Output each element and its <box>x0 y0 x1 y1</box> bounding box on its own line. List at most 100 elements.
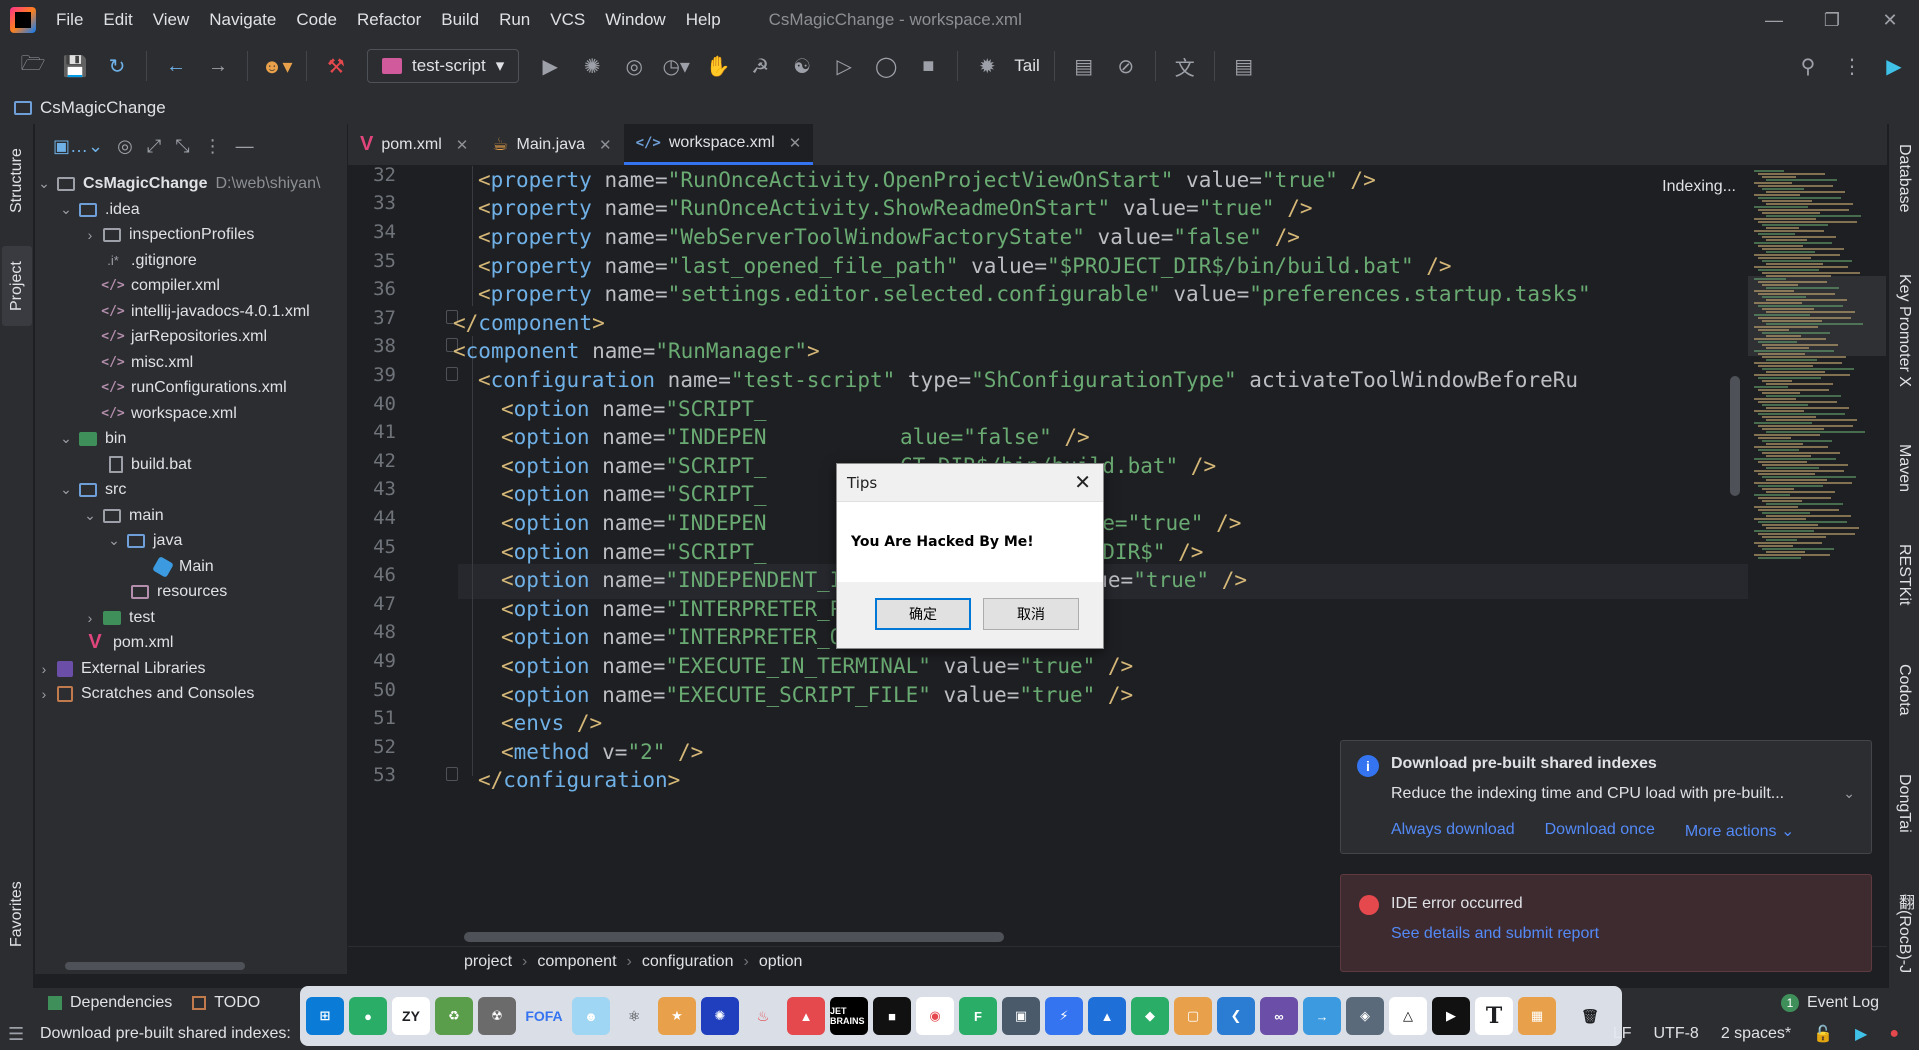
chevron-right-icon[interactable]: › <box>35 661 53 677</box>
cursor-icon[interactable]: ▶ <box>1432 997 1470 1035</box>
vscode-icon[interactable]: ❮ <box>1217 997 1255 1035</box>
jetbrains-icon[interactable]: JET BRAINS <box>830 997 868 1035</box>
close-icon[interactable]: ✕ <box>1074 470 1091 494</box>
grid-app-icon[interactable]: ▦ <box>1518 997 1556 1035</box>
close-window-icon[interactable]: ✕ <box>1861 0 1919 40</box>
view-selector-icon[interactable]: ▣…⌄ <box>53 136 103 157</box>
menu-window[interactable]: Window <box>595 10 675 30</box>
network-icon[interactable]: ◈ <box>1346 997 1384 1035</box>
tab-codota[interactable]: Codota <box>1889 664 1919 754</box>
restore-icon[interactable]: ❐ <box>1803 0 1861 40</box>
encoding-widget[interactable]: UTF-8 <box>1654 1025 1699 1043</box>
close-tab-icon[interactable]: ✕ <box>789 134 802 152</box>
tab-dependencies[interactable]: Dependencies <box>48 994 172 1012</box>
tab-structure[interactable]: Structure <box>2 136 32 226</box>
bug-tool-icon[interactable]: ✹ <box>970 49 1004 83</box>
translate-icon[interactable]: 文 <box>1168 49 1202 83</box>
android-icon[interactable]: ☢ <box>478 997 516 1035</box>
menu-code[interactable]: Code <box>286 10 347 30</box>
resume-icon[interactable]: ▷ <box>827 49 861 83</box>
run-action-icon[interactable]: ☯ <box>785 49 819 83</box>
fold-marker-icon[interactable] <box>446 767 458 781</box>
more-actions-link[interactable]: More actions ⌄ <box>1685 821 1794 841</box>
profiler-icon[interactable]: ◷▾ <box>659 49 693 83</box>
project-name[interactable]: CsMagicChange <box>40 98 166 118</box>
status-alert-icon[interactable]: ● <box>1889 1025 1899 1043</box>
wechat-icon[interactable]: ● <box>349 997 387 1035</box>
tab-favorites[interactable]: Favorites <box>2 864 32 964</box>
attach-icon[interactable]: ✋ <box>701 49 735 83</box>
editor-vertical-scrollbar[interactable] <box>1730 376 1740 496</box>
expand-all-icon[interactable]: ⤢ <box>147 136 161 157</box>
tail-button[interactable]: Tail <box>1014 56 1040 76</box>
chevron-right-icon[interactable]: › <box>81 227 99 243</box>
breadcrumb-project[interactable]: project <box>464 953 512 971</box>
bolt-icon[interactable]: ⚡ <box>1045 997 1083 1035</box>
tab-key-promoter-x[interactable]: Key Promoter X <box>1889 274 1919 424</box>
more-vert-icon[interactable]: ⋮ <box>1835 49 1869 83</box>
search-icon[interactable]: ⚲ <box>1791 49 1825 83</box>
debug-icon[interactable]: ✺ <box>575 49 609 83</box>
cleaner-icon[interactable]: ♻ <box>435 997 473 1035</box>
collapse-all-icon[interactable]: ⤡ <box>175 136 189 157</box>
horizontal-scrollbar[interactable] <box>65 962 245 970</box>
menu-edit[interactable]: Edit <box>93 10 142 30</box>
menu-vcs[interactable]: VCS <box>540 10 595 30</box>
chevron-right-icon[interactable]: › <box>35 686 53 702</box>
window-app-icon[interactable]: ▢ <box>1174 997 1212 1035</box>
menu-navigate[interactable]: Navigate <box>199 10 286 30</box>
menu-refactor[interactable]: Refactor <box>347 10 431 30</box>
screen-app-icon[interactable]: ▣ <box>1002 997 1040 1035</box>
cancel-button[interactable]: 取消 <box>983 598 1079 630</box>
menu-help[interactable]: Help <box>676 10 731 30</box>
tab-pom-xml[interactable]: V pom.xml ✕ <box>348 124 480 165</box>
chevron-down-icon[interactable]: ⌄ <box>57 201 75 218</box>
code-with-me-icon[interactable]: ▶ <box>1877 49 1911 83</box>
stop-icon[interactable]: ■ <box>911 49 945 83</box>
menu-build[interactable]: Build <box>431 10 489 30</box>
zy-app-icon[interactable]: ZY <box>392 997 430 1035</box>
back-icon[interactable]: ← <box>159 49 193 83</box>
start-windows-icon[interactable]: ⊞ <box>306 997 344 1035</box>
forward-icon[interactable]: → <box>201 49 235 83</box>
breadcrumb-option[interactable]: option <box>759 953 803 971</box>
tab-todo[interactable]: TODO <box>192 994 260 1012</box>
ok-button[interactable]: 确定 <box>875 598 971 630</box>
always-download-link[interactable]: Always download <box>1391 821 1515 841</box>
download-once-link[interactable]: Download once <box>1545 821 1655 841</box>
flame-icon[interactable]: ♨ <box>744 997 782 1035</box>
close-tab-icon[interactable]: ✕ <box>456 136 469 154</box>
hide-icon[interactable]: — <box>236 136 254 157</box>
run-icon[interactable]: ▶ <box>533 49 567 83</box>
locate-icon[interactable]: ◎ <box>117 136 133 157</box>
build-hammer-icon[interactable]: ⚒ <box>319 49 353 83</box>
options-icon[interactable]: ⋮ <box>204 136 222 157</box>
tree-item-scratches[interactable]: › Scratches and Consoles <box>35 678 254 709</box>
postman-icon[interactable]: → <box>1303 997 1341 1035</box>
azure-icon[interactable]: ▲ <box>1088 997 1126 1035</box>
speed-icon[interactable]: ◯ <box>869 49 903 83</box>
typora-icon[interactable]: T <box>1475 997 1513 1035</box>
tab-database[interactable]: Database <box>1889 144 1919 244</box>
event-log-button[interactable]: 1 Event Log <box>1780 988 1879 1018</box>
chevron-down-icon[interactable]: ⌄ <box>35 175 53 192</box>
chevron-right-icon[interactable]: › <box>81 610 99 626</box>
layers-icon[interactable]: ☰ <box>8 1024 24 1045</box>
scorpion-icon[interactable]: ⚛ <box>615 997 653 1035</box>
lock-icon[interactable]: 🔓 <box>1813 1024 1833 1044</box>
tab-main-java[interactable]: ☕ Main.java ✕ <box>480 124 623 165</box>
disable-icon[interactable]: ⊘ <box>1109 49 1143 83</box>
fofa-icon[interactable]: FOFA <box>521 997 567 1035</box>
terminal-icon[interactable]: ▤ <box>1227 49 1261 83</box>
status-message[interactable]: Download pre-built shared indexes: <box>40 1025 291 1043</box>
chevron-down-icon[interactable]: ⌄ <box>81 507 99 524</box>
diamond-icon[interactable]: ◆ <box>1131 997 1169 1035</box>
save-icon[interactable]: 💾 <box>58 49 92 83</box>
submit-report-link[interactable]: See details and submit report <box>1391 925 1599 943</box>
chevron-down-icon[interactable]: ⌄ <box>57 481 75 498</box>
unity-icon[interactable]: △ <box>1389 997 1427 1035</box>
breadcrumb-configuration[interactable]: configuration <box>642 953 734 971</box>
menu-run[interactable]: Run <box>489 10 540 30</box>
visual-studio-icon[interactable]: ∞ <box>1260 997 1298 1035</box>
camera-icon[interactable]: ■ <box>873 997 911 1035</box>
